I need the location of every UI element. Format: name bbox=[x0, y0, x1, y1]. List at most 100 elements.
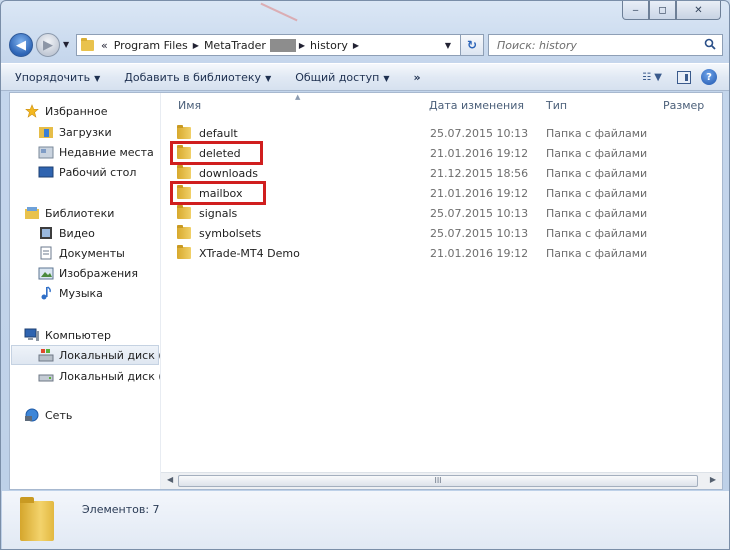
file-type: Папка с файлами bbox=[546, 207, 648, 220]
search-box[interactable] bbox=[488, 34, 723, 56]
file-date: 21.01.2016 19:12 bbox=[430, 147, 529, 160]
title-bar: ‒ ◻ ✕ bbox=[1, 1, 729, 27]
file-date: 21.01.2016 19:12 bbox=[430, 247, 529, 260]
horizontal-scrollbar[interactable]: ◀ III ▶ bbox=[161, 472, 722, 489]
search-icon[interactable] bbox=[704, 38, 716, 50]
refresh-button[interactable]: ↻ bbox=[460, 34, 484, 56]
nav-disk-c[interactable]: Локальный диск (С bbox=[11, 345, 160, 365]
address-bar[interactable]: « Program Files ▶ MetaTrader ▶ history ▶… bbox=[76, 34, 484, 56]
column-header-type[interactable]: Тип bbox=[546, 99, 567, 112]
nav-network[interactable]: Сеть bbox=[24, 405, 160, 425]
explorer-window: ‒ ◻ ✕ ◀ ▶ ▼ « Program Files ▶ MetaTrader… bbox=[0, 0, 730, 550]
address-history-dropdown[interactable]: ▼ bbox=[439, 41, 457, 50]
file-type: Папка с файлами bbox=[546, 127, 648, 140]
nav-desktop[interactable]: Рабочий стол bbox=[38, 162, 160, 182]
file-date: 25.07.2015 10:13 bbox=[430, 207, 529, 220]
nav-label: Изображения bbox=[59, 266, 138, 280]
file-row[interactable]: default 25.07.2015 10:13 Папка с файлами bbox=[177, 123, 717, 143]
chevron-right-icon[interactable]: ▶ bbox=[351, 41, 361, 50]
file-row[interactable]: symbolsets 25.07.2015 10:13 Папка с файл… bbox=[177, 223, 717, 243]
view-list-icon: ☷ ▼ bbox=[642, 71, 662, 83]
file-date: 25.07.2015 10:13 bbox=[430, 227, 529, 240]
images-icon bbox=[38, 267, 54, 280]
command-bar: Упорядочить ▼ Добавить в библиотеку ▼ Общи… bbox=[1, 63, 729, 91]
breadcrumb-overflow[interactable]: « bbox=[98, 39, 111, 52]
network-icon bbox=[25, 408, 39, 422]
help-button[interactable]: ? bbox=[701, 69, 717, 85]
file-name: downloads bbox=[199, 166, 258, 180]
file-name: symbolsets bbox=[199, 226, 262, 240]
folder-icon bbox=[177, 205, 191, 219]
file-date: 25.07.2015 10:13 bbox=[430, 127, 529, 140]
nav-label: Музыка bbox=[59, 286, 103, 300]
nav-label: Видео bbox=[59, 226, 95, 240]
downloads-folder-icon bbox=[39, 127, 53, 138]
nav-favorites[interactable]: Избранное bbox=[24, 101, 160, 121]
nav-label: Рабочий стол bbox=[59, 165, 137, 179]
system-drive-icon bbox=[38, 349, 54, 362]
nav-label: Сеть bbox=[45, 408, 73, 422]
breadcrumb-history[interactable]: history bbox=[307, 39, 351, 52]
change-view-button[interactable]: ☷ ▼ bbox=[637, 68, 667, 86]
share-button[interactable]: Общий доступ ▼ bbox=[283, 71, 401, 84]
forward-button[interactable]: ▶ bbox=[36, 33, 60, 57]
highlight-box-deleted bbox=[170, 141, 263, 165]
folder-icon bbox=[177, 225, 191, 239]
nav-video[interactable]: Видео bbox=[38, 223, 160, 243]
nav-documents[interactable]: Документы bbox=[38, 243, 160, 263]
breadcrumb-program-files[interactable]: Program Files bbox=[111, 39, 191, 52]
column-headers: ▲ Имя Дата изменения Тип Размер bbox=[161, 93, 722, 117]
nav-images[interactable]: Изображения bbox=[38, 263, 160, 283]
file-type: Папка с файлами bbox=[546, 167, 648, 180]
preview-pane-button[interactable] bbox=[677, 70, 691, 84]
folder-icon bbox=[177, 245, 191, 259]
star-icon bbox=[25, 104, 39, 118]
chevron-right-icon[interactable]: ▶ bbox=[191, 41, 201, 50]
nav-label: Недавние места bbox=[59, 145, 154, 159]
nav-label: Компьютер bbox=[45, 328, 111, 342]
search-input[interactable] bbox=[497, 38, 687, 52]
drive-icon bbox=[38, 374, 54, 382]
chevron-down-icon: ▼ bbox=[265, 73, 272, 83]
nav-music[interactable]: Музыка bbox=[38, 283, 160, 303]
file-row[interactable]: XTrade-MT4 Demo 21.01.2016 19:12 Папка с… bbox=[177, 243, 717, 263]
scrollbar-thumb[interactable]: III bbox=[178, 475, 698, 487]
computer-icon bbox=[24, 328, 39, 341]
maximize-button[interactable]: ◻ bbox=[649, 1, 676, 20]
navigation-pane: Избранное Загрузки Недавние места Рабочи… bbox=[10, 93, 160, 489]
view-controls: ☷ ▼ ? bbox=[637, 68, 717, 86]
recent-pages-dropdown[interactable]: ▼ bbox=[63, 40, 69, 49]
nav-downloads[interactable]: Загрузки bbox=[38, 122, 160, 142]
organize-button[interactable]: Упорядочить ▼ bbox=[1, 71, 112, 84]
chevron-down-icon: ▼ bbox=[94, 73, 101, 83]
folder-icon bbox=[177, 125, 191, 139]
highlight-box-mailbox bbox=[170, 181, 266, 205]
organize-label: Упорядочить bbox=[15, 70, 91, 84]
back-button[interactable]: ◀ bbox=[9, 33, 33, 57]
more-commands-button[interactable]: » bbox=[401, 71, 432, 84]
nav-libraries[interactable]: Библиотеки bbox=[24, 203, 160, 223]
scroll-left-icon[interactable]: ◀ bbox=[167, 475, 173, 484]
minimize-button[interactable]: ‒ bbox=[622, 1, 649, 20]
column-header-name[interactable]: Имя bbox=[178, 99, 201, 112]
file-row[interactable]: signals 25.07.2015 10:13 Папка с файлами bbox=[177, 203, 717, 223]
add-to-library-label: Добавить в библиотеку bbox=[124, 70, 262, 84]
nav-label: Загрузки bbox=[59, 125, 112, 139]
column-header-size[interactable]: Размер bbox=[663, 99, 704, 112]
help-icon: ? bbox=[706, 71, 712, 83]
breadcrumb-metatrader[interactable]: MetaTrader bbox=[201, 39, 269, 52]
documents-icon bbox=[40, 246, 52, 260]
file-row[interactable]: downloads 21.12.2015 18:56 Папка с файла… bbox=[177, 163, 717, 183]
add-to-library-button[interactable]: Добавить в библиотеку ▼ bbox=[112, 71, 283, 84]
nav-computer[interactable]: Компьютер bbox=[24, 325, 160, 345]
close-button[interactable]: ✕ bbox=[676, 1, 721, 20]
nav-recent-places[interactable]: Недавние места bbox=[38, 142, 160, 162]
scroll-right-icon[interactable]: ▶ bbox=[710, 475, 716, 484]
column-header-date[interactable]: Дата изменения bbox=[429, 99, 524, 112]
libraries-icon bbox=[25, 207, 39, 219]
chevron-right-icon[interactable]: ▶ bbox=[297, 41, 307, 50]
nav-disk-d[interactable]: Локальный диск (D bbox=[38, 366, 160, 386]
redaction-block bbox=[269, 38, 296, 52]
nav-label: Документы bbox=[59, 246, 125, 260]
file-type: Папка с файлами bbox=[546, 247, 648, 260]
